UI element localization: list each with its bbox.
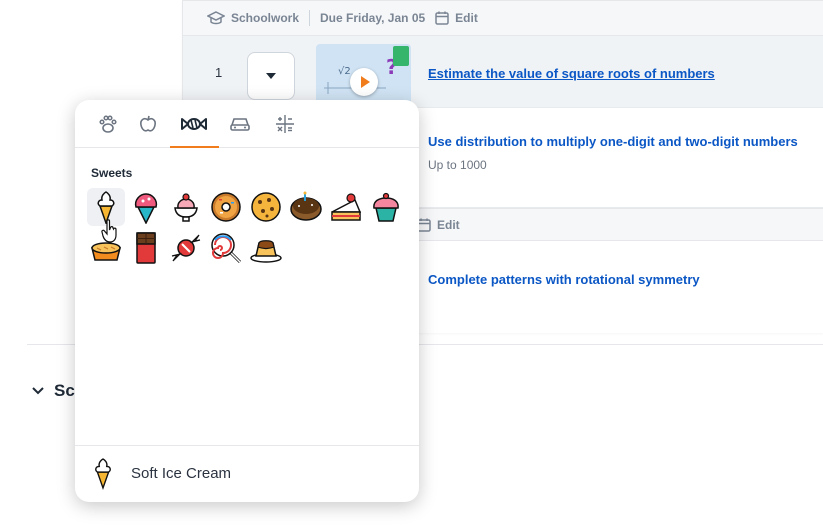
calendar-icon xyxy=(417,218,431,232)
active-tab-indicator xyxy=(170,146,219,148)
emoji-shaved-ice[interactable] xyxy=(127,188,165,226)
section-header[interactable]: Sc xyxy=(32,381,75,401)
symbols-icon xyxy=(276,115,294,133)
assignment-type: Schoolwork xyxy=(231,11,300,25)
due-date: Due Friday, Jan 05 xyxy=(320,11,426,25)
edit-label: Edit xyxy=(455,11,478,25)
svg-text:√2: √2 xyxy=(338,66,351,77)
emoji-doughnut[interactable] xyxy=(207,188,245,226)
paw-icon xyxy=(99,115,117,133)
emoji-custard[interactable] xyxy=(247,229,285,267)
item-subtitle: Up to 1000 xyxy=(428,158,487,172)
picker-tabs xyxy=(75,100,419,148)
selected-emoji-preview xyxy=(89,454,117,497)
item-number: 1 xyxy=(215,65,223,80)
apple-icon xyxy=(140,115,156,132)
emoji-ice-cream-sundae[interactable] xyxy=(167,188,205,226)
assignment-meta: Schoolwork Due Friday, Jan 05 Edit xyxy=(183,0,823,36)
edit-due-button[interactable]: Edit xyxy=(435,11,478,25)
candy-icon xyxy=(181,118,207,130)
edit-due-button[interactable]: Edit xyxy=(417,218,460,232)
emoji-shortcake[interactable] xyxy=(327,188,365,226)
emoji-picker: Sweets Soft Ice Cream xyxy=(75,100,419,502)
edit-label: Edit xyxy=(437,217,460,232)
tab-symbols[interactable] xyxy=(265,110,305,138)
chevron-down-icon[interactable] xyxy=(32,387,44,395)
divider xyxy=(309,10,311,26)
tab-animals[interactable] xyxy=(88,110,128,138)
item-title-link[interactable]: Estimate the value of square roots of nu… xyxy=(428,66,715,81)
emoji-lollipop[interactable] xyxy=(207,229,245,267)
picker-footer: Soft Ice Cream xyxy=(75,445,419,502)
graduation-cap-icon xyxy=(207,11,225,25)
document-icon xyxy=(393,46,409,66)
car-icon xyxy=(230,118,250,131)
caret-down-icon xyxy=(266,73,276,79)
emoji-candy[interactable] xyxy=(167,229,205,267)
section-title: Sc xyxy=(54,381,75,400)
calendar-icon xyxy=(435,11,449,25)
category-title: Sweets xyxy=(91,166,133,180)
tab-sweets[interactable] xyxy=(174,110,214,138)
emoji-cookie[interactable] xyxy=(247,188,285,226)
tab-travel[interactable] xyxy=(220,110,260,138)
play-icon[interactable] xyxy=(350,68,378,96)
emoji-chocolate-bar[interactable] xyxy=(127,229,165,267)
item-title-link[interactable]: Complete patterns with rotational symmet… xyxy=(428,272,700,287)
tab-food[interactable] xyxy=(128,110,168,138)
assignment-item[interactable]: 1 √2 ? Estimate the value of square root… xyxy=(183,36,823,108)
emoji-chocolate-doughnut[interactable] xyxy=(287,188,325,226)
lesson-thumbnail[interactable]: √2 ? xyxy=(316,44,411,108)
emoji-cupcake[interactable] xyxy=(367,188,405,226)
hand-pointer-cursor xyxy=(101,219,117,243)
item-title-link[interactable]: Use distribution to multiply one-digit a… xyxy=(428,134,798,149)
selected-emoji-name: Soft Ice Cream xyxy=(131,465,232,482)
item-dropdown-button[interactable] xyxy=(247,52,295,100)
